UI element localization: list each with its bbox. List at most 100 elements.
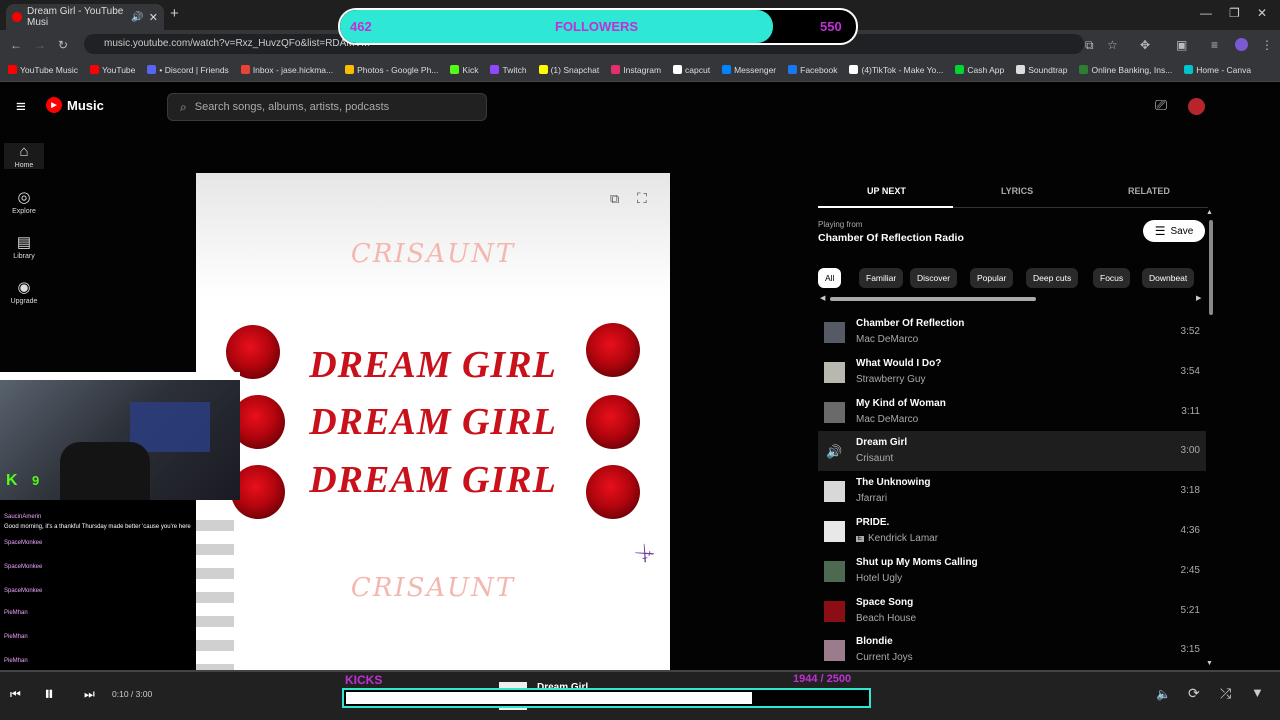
bookmark-star-icon[interactable]: ☆	[1107, 38, 1118, 52]
volume-icon[interactable]: 🔈	[1156, 687, 1171, 701]
track-thumbnail	[824, 361, 845, 383]
music-logo-icon: ▶	[46, 97, 62, 113]
previous-track-icon[interactable]: ⏮	[10, 687, 21, 702]
install-app-icon[interactable]: ⧉	[1085, 38, 1094, 53]
bookmark-item[interactable]: • Discord | Friends	[147, 65, 229, 75]
track-title[interactable]: My Kind of Woman	[856, 398, 946, 409]
bookmark-item[interactable]: Facebook	[788, 65, 837, 75]
browser-tab[interactable]: Dream Girl - YouTube Musi 🔊 ✕	[6, 4, 164, 30]
queue-item[interactable]: Blondie Current Joys 3:15	[818, 630, 1206, 670]
track-title[interactable]: Dream Girl	[856, 437, 907, 448]
track-artist[interactable]: Mac DeMarco	[856, 334, 918, 345]
filter-chip-all[interactable]: All	[818, 268, 842, 288]
close-window-icon[interactable]: ✕	[1257, 6, 1267, 20]
track-title[interactable]: The Unknowing	[856, 477, 930, 488]
track-artist[interactable]: Strawberry Guy	[856, 374, 925, 385]
reload-icon[interactable]: ↻	[58, 38, 68, 52]
back-icon[interactable]: ←	[10, 38, 22, 52]
radio-name: Chamber Of Reflection Radio	[818, 232, 964, 244]
fullscreen-icon[interactable]: ⛶	[637, 190, 647, 207]
filter-chip-deep-cuts[interactable]: Deep cuts	[1026, 268, 1079, 288]
new-tab-button[interactable]: +	[170, 5, 179, 22]
queue-item[interactable]: The Unknowing Jfarrari 3:18	[818, 471, 1206, 511]
sidebar-toggle-icon[interactable]: ▣	[1176, 38, 1187, 52]
save-button[interactable]: ☰ Save	[1143, 220, 1205, 242]
track-artist[interactable]: Mac DeMarco	[856, 414, 918, 425]
track-artist[interactable]: Hotel Ugly	[856, 573, 902, 584]
mute-tab-icon[interactable]: 🔊	[131, 12, 143, 23]
filter-chip-discover[interactable]: Discover	[910, 268, 958, 288]
track-title[interactable]: Blondie	[856, 636, 893, 647]
song-progress-bar[interactable]	[0, 670, 1280, 672]
queue-item[interactable]: My Kind of Woman Mac DeMarco 3:11	[818, 392, 1206, 432]
sidebar-item-library[interactable]: ▤ Library	[4, 233, 44, 260]
bookmark-item[interactable]: (4)TikTok - Make Yo...	[849, 65, 943, 75]
tab-related[interactable]: RELATED	[1128, 186, 1170, 196]
bookmark-item[interactable]: Inbox - jase.hickma...	[240, 65, 333, 75]
pause-icon[interactable]: ⏸	[44, 683, 54, 706]
queue-item[interactable]: Chamber Of Reflection Mac DeMarco 3:52	[818, 312, 1206, 352]
maximize-window-icon[interactable]: ❐	[1229, 6, 1240, 20]
next-track-icon[interactable]: ⏭	[84, 687, 95, 702]
queue-scroll-down-icon[interactable]: ▼	[1206, 660, 1213, 667]
filter-chip-focus[interactable]: Focus	[1093, 268, 1131, 288]
queue-item[interactable]: Shut up My Moms Calling Hotel Ugly 2:45	[818, 551, 1206, 591]
track-title[interactable]: Shut up My Moms Calling	[856, 557, 978, 568]
bookmark-item[interactable]: Messenger	[722, 65, 776, 75]
bookmark-item[interactable]: (1) Snapchat	[538, 65, 599, 75]
bookmark-item[interactable]: capcut	[673, 65, 710, 75]
chips-scrollbar[interactable]	[830, 297, 1036, 301]
sidebar-item-upgrade[interactable]: ◉ Upgrade	[4, 278, 44, 305]
queue-item[interactable]: Space Song Beach House 5:21	[818, 591, 1206, 631]
bookmark-item[interactable]: YouTube	[89, 65, 135, 75]
queue-scroll-up-icon[interactable]: ▲	[1206, 209, 1213, 216]
profile-avatar[interactable]	[1235, 38, 1248, 51]
menu-hamburger-icon[interactable]: ≡	[16, 97, 26, 117]
chips-scroll-right-icon[interactable]: ▶	[1196, 294, 1201, 302]
bookmark-item[interactable]: Cash App	[955, 65, 1004, 75]
bookmark-item[interactable]: Kick	[450, 65, 478, 75]
bookmark-item[interactable]: Instagram	[611, 65, 661, 75]
miniplayer-icon[interactable]: ⧉	[610, 191, 619, 207]
queue-item[interactable]: PRIDE. E Kendrick Lamar 4:36	[818, 511, 1206, 551]
filter-chip-downbeat[interactable]: Downbeat	[1142, 268, 1195, 288]
queue-item[interactable]: 🔊 Dream Girl Crisaunt 3:00	[818, 431, 1206, 472]
bookmark-item[interactable]: Home - Canva	[1184, 65, 1251, 75]
filter-chip-familiar[interactable]: Familiar	[859, 268, 904, 288]
queue-item[interactable]: What Would I Do? Strawberry Guy 3:54	[818, 352, 1206, 392]
queue-scrollbar[interactable]	[1209, 220, 1213, 315]
tab-lyrics[interactable]: LYRICS	[1001, 186, 1033, 196]
track-artist[interactable]: E Kendrick Lamar	[856, 533, 938, 544]
tab-up-next[interactable]: UP NEXT	[867, 186, 906, 196]
forward-icon[interactable]: →	[34, 38, 46, 52]
track-title[interactable]: Chamber Of Reflection	[856, 318, 964, 329]
track-title[interactable]: Space Song	[856, 597, 913, 608]
youtube-music-logo[interactable]: ▶ Music	[46, 97, 104, 113]
bookmark-item[interactable]: Online Banking, Ins...	[1079, 65, 1172, 75]
bookmark-item[interactable]: Soundtrap	[1016, 65, 1067, 75]
bookmark-item[interactable]: Photos - Google Ph...	[345, 65, 438, 75]
filter-chip-popular[interactable]: Popular	[970, 268, 1014, 288]
track-artist[interactable]: Jfarrari	[856, 493, 887, 504]
bookmark-item[interactable]: Twitch	[490, 65, 527, 75]
account-avatar[interactable]	[1188, 98, 1205, 115]
search-input[interactable]: ⌕ Search songs, albums, artists, podcast…	[167, 93, 487, 121]
cast-icon[interactable]: ⎚	[1155, 97, 1167, 114]
chips-scroll-left-icon[interactable]: ◀	[820, 294, 825, 302]
track-artist[interactable]: Beach House	[856, 613, 916, 624]
track-title[interactable]: PRIDE.	[856, 517, 889, 528]
extensions-icon[interactable]: ✥	[1140, 38, 1150, 52]
expand-player-icon[interactable]: ▼	[1251, 685, 1264, 700]
track-title[interactable]: What Would I Do?	[856, 358, 941, 369]
track-artist[interactable]: Current Joys	[856, 652, 913, 663]
browser-menu-icon[interactable]: ⋮	[1261, 38, 1273, 52]
repeat-icon[interactable]: ⟳	[1188, 685, 1200, 702]
sidebar-item-home[interactable]: ⌂ Home	[4, 143, 44, 169]
track-artist[interactable]: Crisaunt	[856, 453, 893, 464]
media-control-icon[interactable]: ≡	[1211, 38, 1218, 52]
close-tab-icon[interactable]: ✕	[149, 11, 158, 24]
minimize-window-icon[interactable]: —	[1200, 6, 1212, 20]
shuffle-icon[interactable]: ⤮	[1220, 685, 1231, 702]
bookmark-item[interactable]: YouTube Music	[8, 65, 78, 75]
sidebar-item-explore[interactable]: ◎ Explore	[4, 188, 44, 215]
